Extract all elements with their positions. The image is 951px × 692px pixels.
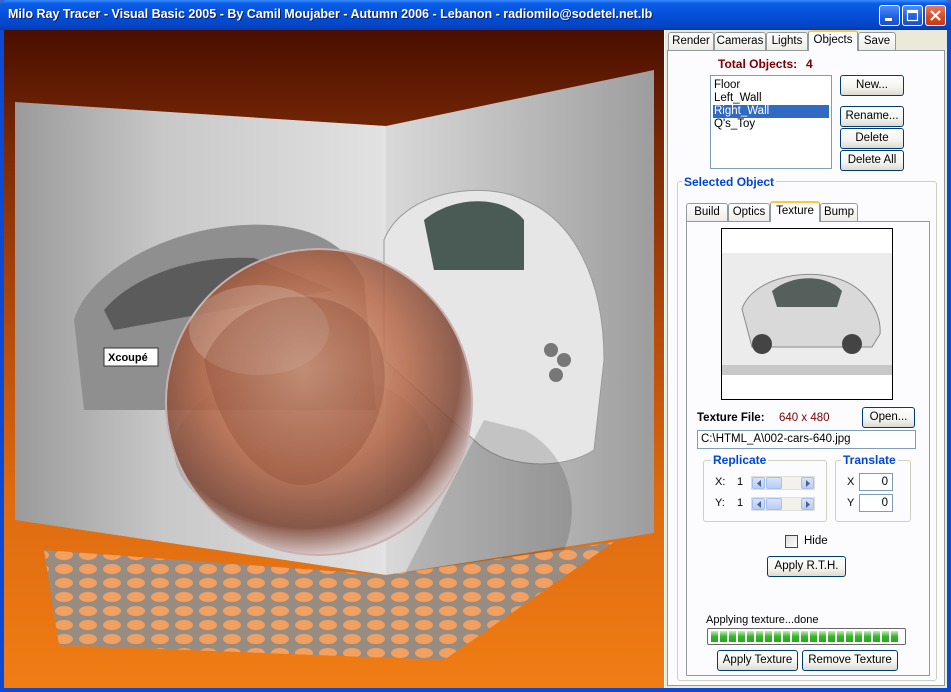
texture-dimensions: 640 x 480 xyxy=(779,412,830,424)
list-item[interactable]: Left_Wall xyxy=(713,92,829,105)
progress-segment xyxy=(729,631,736,642)
total-objects-label: Total Objects: xyxy=(718,57,798,71)
progress-segment xyxy=(882,631,889,642)
progress-segment xyxy=(837,631,844,642)
progress-segment xyxy=(801,631,808,642)
apply-texture-button[interactable]: Apply Texture xyxy=(717,650,798,671)
tab-save[interactable]: Save xyxy=(858,32,896,51)
tab-bump[interactable]: Bump xyxy=(820,203,858,222)
minimize-icon[interactable] xyxy=(879,5,900,26)
translate-title: Translate xyxy=(841,453,898,467)
tab-optics[interactable]: Optics xyxy=(728,203,770,222)
close-icon[interactable] xyxy=(925,5,946,26)
progress-segment xyxy=(711,631,718,642)
tab-texture[interactable]: Texture xyxy=(770,201,820,222)
tab-render[interactable]: Render xyxy=(668,32,714,51)
delete-object-button[interactable]: Delete xyxy=(840,128,904,149)
texture-tab-page: Texture File: 640 x 480 Open... C:\HTML_… xyxy=(686,221,930,676)
progress-segment xyxy=(738,631,745,642)
replicate-group xyxy=(703,460,827,522)
texture-progress-bar xyxy=(707,628,906,645)
scroll-left-icon[interactable] xyxy=(752,477,765,489)
tab-objects[interactable]: Objects xyxy=(808,30,858,51)
tab-cameras[interactable]: Cameras xyxy=(714,32,766,51)
progress-segment xyxy=(864,631,871,642)
translate-y-label: Y xyxy=(847,497,855,509)
replicate-title: Replicate xyxy=(711,453,769,467)
progress-segment xyxy=(765,631,772,642)
open-texture-button[interactable]: Open... xyxy=(862,407,915,428)
scroll-right-icon[interactable] xyxy=(801,477,814,489)
scroll-thumb[interactable] xyxy=(766,477,782,489)
translate-y-field[interactable]: 0 xyxy=(859,494,893,512)
hide-checkbox[interactable] xyxy=(785,535,798,548)
title-bar[interactable]: Milo Ray Tracer - Visual Basic 2005 - By… xyxy=(0,0,951,30)
progress-segment xyxy=(828,631,835,642)
app-window: Milo Ray Tracer - Visual Basic 2005 - By… xyxy=(0,0,951,692)
apply-rth-button[interactable]: Apply R.T.H. xyxy=(767,556,846,577)
objects-tab-page: Total Objects: 4 Floor Left_Wall Right_W… xyxy=(667,50,945,686)
progress-segment xyxy=(720,631,727,642)
progress-segment xyxy=(855,631,862,642)
client-area: Xcoupé Render Cameras Lights Objects Sav… xyxy=(4,30,947,688)
remove-texture-button[interactable]: Remove Texture xyxy=(802,650,898,671)
texture-path-field[interactable]: C:\HTML_A\002-cars-640.jpg xyxy=(697,430,916,449)
window-title: Milo Ray Tracer - Visual Basic 2005 - By… xyxy=(8,7,653,21)
translate-group xyxy=(835,460,911,522)
tab-build[interactable]: Build xyxy=(686,203,728,222)
tab-lights[interactable]: Lights xyxy=(766,32,808,51)
car-plate: Xcoupé xyxy=(108,352,148,364)
texture-status: Applying texture...done xyxy=(706,614,819,626)
texture-preview-image xyxy=(722,253,892,375)
list-item[interactable]: Q's_Toy xyxy=(713,118,829,131)
progress-segment xyxy=(873,631,880,642)
progress-segment xyxy=(774,631,781,642)
hide-label: Hide xyxy=(804,535,828,547)
progress-segment xyxy=(747,631,754,642)
selected-object-title: Selected Object xyxy=(682,175,777,189)
replicate-x-value: 1 xyxy=(737,476,744,488)
replicate-y-value: 1 xyxy=(737,497,744,509)
new-object-button[interactable]: New... xyxy=(840,75,904,96)
render-view[interactable]: Xcoupé xyxy=(4,30,664,688)
progress-segment xyxy=(792,631,799,642)
objects-list[interactable]: Floor Left_Wall Right_Wall Q's_Toy xyxy=(710,75,832,169)
delete-all-button[interactable]: Delete All xyxy=(840,150,904,171)
texture-preview xyxy=(721,228,893,400)
scroll-right-icon[interactable] xyxy=(801,498,814,510)
total-objects-count: 4 xyxy=(806,57,813,71)
progress-segment xyxy=(810,631,817,642)
rename-object-button[interactable]: Rename... xyxy=(840,106,904,127)
progress-segment xyxy=(819,631,826,642)
replicate-x-scrollbar[interactable] xyxy=(751,476,815,490)
translate-x-label: X xyxy=(847,476,855,488)
render-scene: Xcoupé xyxy=(15,70,654,660)
list-item[interactable]: Floor xyxy=(713,79,829,92)
control-panel: Render Cameras Lights Objects Save Total… xyxy=(664,30,947,688)
scroll-thumb[interactable] xyxy=(766,498,782,510)
translate-x-field[interactable]: 0 xyxy=(859,473,893,491)
progress-segment xyxy=(891,631,898,642)
progress-segment xyxy=(756,631,763,642)
maximize-icon[interactable] xyxy=(902,5,923,26)
scroll-left-icon[interactable] xyxy=(752,498,765,510)
texture-file-label: Texture File: xyxy=(697,412,765,424)
replicate-y-scrollbar[interactable] xyxy=(751,497,815,511)
list-item-selected[interactable]: Right_Wall xyxy=(713,105,829,118)
replicate-y-label: Y: xyxy=(715,497,725,509)
progress-segment xyxy=(783,631,790,642)
progress-segment xyxy=(846,631,853,642)
replicate-x-label: X: xyxy=(715,476,726,488)
